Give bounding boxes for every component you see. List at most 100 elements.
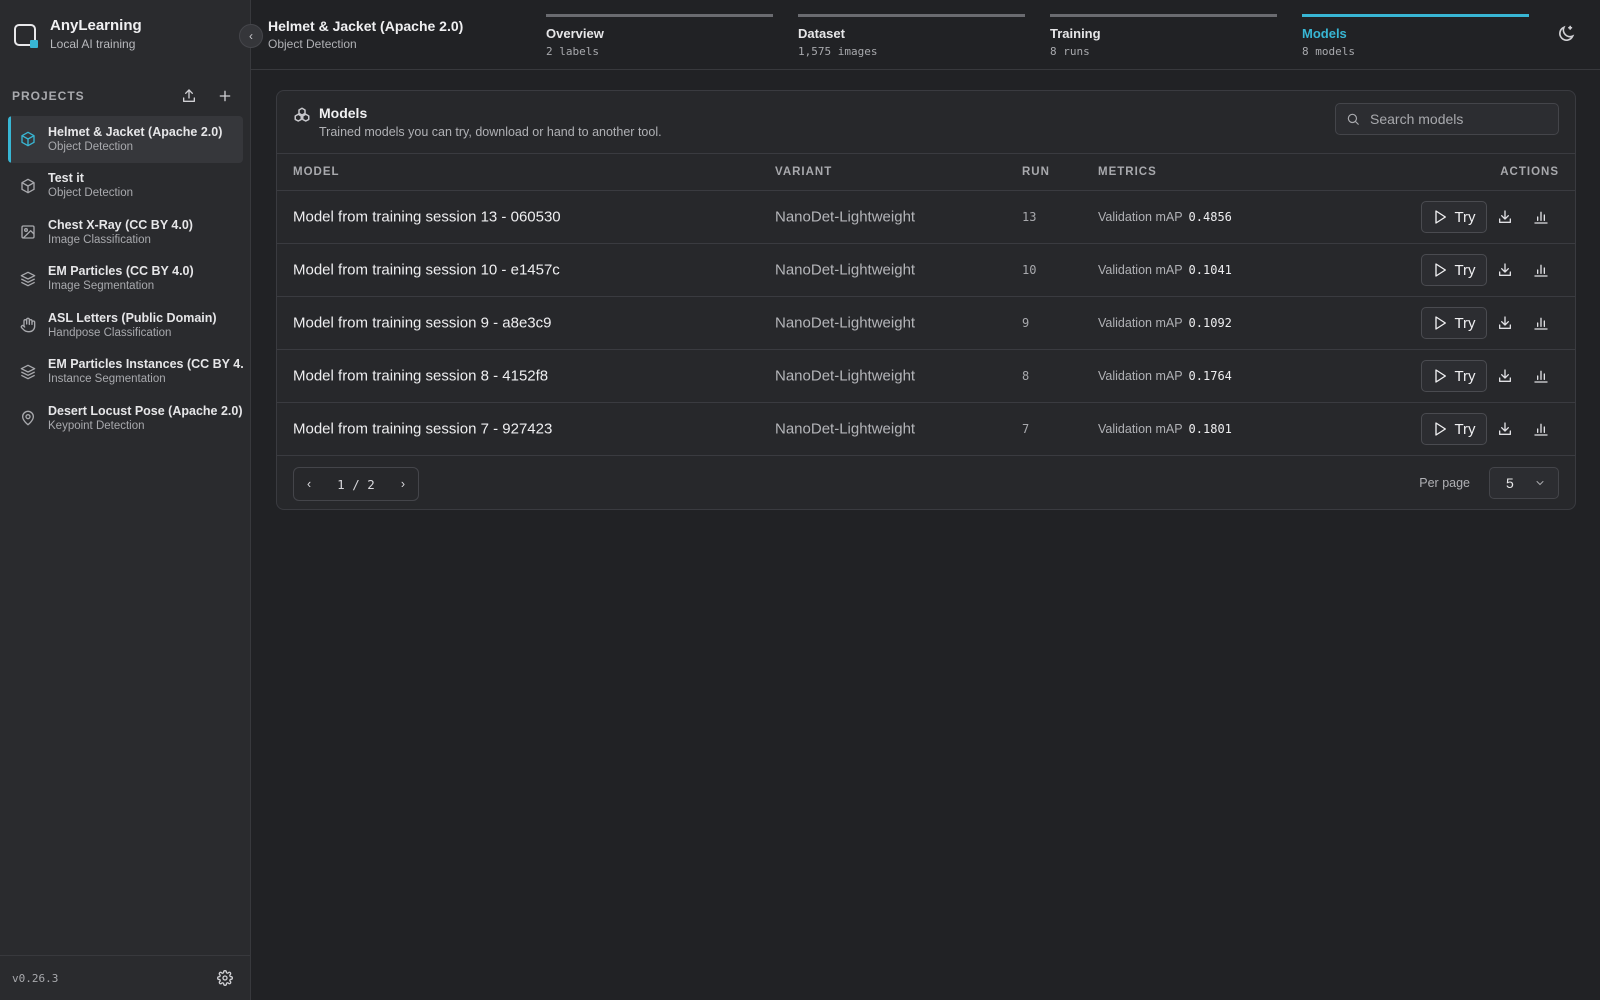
metric-label: Validation mAP [1098, 316, 1183, 330]
project-type: Handpose Classification [48, 326, 172, 339]
card-subtitle: Trained models you can try, download or … [319, 125, 662, 139]
bar-chart-icon[interactable] [1523, 307, 1559, 339]
search-icon [1347, 113, 1359, 125]
project-item[interactable]: ASL Letters (Public Domain) Handpose Clas… [8, 302, 243, 349]
project-name: Test it [48, 171, 84, 186]
tab-overview[interactable]: Overview 2 labels [546, 14, 773, 60]
model-name: Model from training session 10 - e1457c [293, 261, 560, 279]
project-item[interactable]: EM Particles Instances (CC BY 4.0) Instan… [8, 349, 243, 396]
page-subtitle: Object Detection [268, 37, 357, 51]
upload-icon[interactable] [178, 85, 200, 107]
project-name: Chest X-Ray (CC BY 4.0) [48, 217, 193, 232]
bar-chart-icon[interactable] [1523, 360, 1559, 392]
model-variant: NanoDet-Lightweight [775, 420, 916, 438]
try-button[interactable]: Try [1421, 201, 1487, 233]
project-name: Helmet & Jacket (Apache 2.0) [48, 124, 223, 139]
model-metric: Validation mAP 0.1801 [1098, 420, 1232, 438]
per-page-select[interactable]: 5 [1489, 467, 1559, 499]
tab-training[interactable]: Training 8 runs [1050, 14, 1277, 60]
row-actions: Try [1421, 254, 1559, 286]
search-input[interactable] [1370, 111, 1550, 127]
project-item[interactable]: Chest X-Ray (CC BY 4.0) Image Classificat… [8, 209, 243, 256]
gear-icon[interactable] [214, 967, 236, 989]
tab-dataset[interactable]: Dataset 1,575 images [798, 14, 1025, 60]
project-type: Keypoint Detection [48, 419, 145, 432]
projects-header: PROJECTS [12, 86, 242, 106]
app-version: v0.26.3 [12, 971, 59, 985]
metric-value: 0.1801 [1188, 422, 1232, 436]
model-variant: NanoDet-Lightweight [775, 208, 916, 226]
model-name: Model from training session 8 - 4152f8 [293, 367, 549, 385]
project-name: ASL Letters (Public Domain) [48, 310, 217, 325]
add-project-icon[interactable] [214, 85, 236, 107]
app-logo-icon [14, 24, 38, 48]
metric-value: 0.1764 [1188, 369, 1232, 383]
tab-models[interactable]: Models 8 models [1302, 14, 1529, 60]
download-icon[interactable] [1487, 307, 1523, 339]
download-icon[interactable] [1487, 201, 1523, 233]
download-icon[interactable] [1487, 360, 1523, 392]
bar-chart-icon[interactable] [1523, 254, 1559, 286]
metric-label: Validation mAP [1098, 369, 1183, 383]
theme-toggle-icon[interactable] [1556, 24, 1578, 46]
models-card-header: Models Trained models you can try, downl… [277, 91, 1575, 154]
layers-icon [20, 271, 36, 287]
column-header: VARIANT [775, 166, 833, 178]
try-button[interactable]: Try [1421, 413, 1487, 445]
project-item[interactable]: Helmet & Jacket (Apache 2.0) Object Detec… [8, 116, 243, 163]
total-pages: 2 [367, 476, 375, 492]
model-run: 9 [1022, 316, 1030, 330]
row-actions: Try [1421, 307, 1559, 339]
model-metric: Validation mAP 0.1041 [1098, 261, 1232, 279]
try-button[interactable]: Try [1421, 360, 1487, 392]
project-item[interactable]: EM Particles (CC BY 4.0) Image Segmentati… [8, 256, 243, 303]
try-label: Try [1454, 261, 1476, 279]
tab-label: Models [1302, 26, 1347, 41]
collapse-sidebar-button[interactable]: ‹ [239, 24, 263, 48]
row-actions: Try [1421, 360, 1559, 392]
model-metric: Validation mAP 0.1092 [1098, 314, 1232, 332]
try-button[interactable]: Try [1421, 254, 1487, 286]
metric-label: Validation mAP [1098, 210, 1183, 224]
try-label: Try [1454, 367, 1476, 385]
model-run: 8 [1022, 369, 1030, 383]
table-row: Model from training session 13 - 060530 … [277, 191, 1575, 244]
per-page-value: 5 [1506, 475, 1514, 491]
column-header: MODEL [293, 166, 340, 178]
metric-value: 0.4856 [1188, 210, 1232, 224]
search-box [1335, 103, 1559, 135]
project-type: Instance Segmentation [48, 373, 166, 386]
table-row: Model from training session 8 - 4152f8 N… [277, 350, 1575, 403]
metric-label: Validation mAP [1098, 422, 1183, 436]
pin-icon [22, 410, 34, 426]
try-button[interactable]: Try [1421, 307, 1487, 339]
projects-label: PROJECTS [12, 89, 85, 103]
bar-chart-icon[interactable] [1523, 413, 1559, 445]
model-name: Model from training session 7 - 927423 [293, 420, 553, 438]
chevron-down-icon [1536, 481, 1544, 486]
chevron-left-icon[interactable]: ‹ [307, 477, 311, 491]
project-item[interactable]: Desert Locust Pose (Apache 2.0) Keypoint … [8, 395, 243, 442]
chevron-right-icon[interactable]: › [401, 477, 405, 491]
table-header: MODEL VARIANT RUN METRICS ACTIONS [277, 154, 1575, 191]
row-actions: Try [1421, 413, 1559, 445]
project-item[interactable]: Test it Object Detection [8, 163, 243, 210]
metric-label: Validation mAP [1098, 263, 1183, 277]
model-name: Model from training session 9 - a8e3c9 [293, 314, 552, 332]
column-header: RUN [1022, 166, 1050, 178]
hand-icon [20, 317, 36, 333]
sidebar-footer: v0.26.3 [0, 955, 250, 1000]
app-name: AnyLearning [50, 17, 142, 34]
download-icon[interactable] [1487, 254, 1523, 286]
project-list: Helmet & Jacket (Apache 2.0) Object Detec… [8, 116, 243, 442]
page-separator: / [352, 476, 360, 492]
download-icon[interactable] [1487, 413, 1523, 445]
table-row: Model from training session 7 - 927423 N… [277, 403, 1575, 456]
tab-label: Dataset [798, 26, 845, 41]
card-title: Models [319, 105, 368, 121]
bar-chart-icon[interactable] [1523, 201, 1559, 233]
layers-icon [20, 364, 36, 380]
project-name: EM Particles Instances (CC BY 4.0) [48, 357, 243, 372]
current-page: 1 [337, 476, 345, 492]
project-type: Image Segmentation [48, 280, 155, 293]
